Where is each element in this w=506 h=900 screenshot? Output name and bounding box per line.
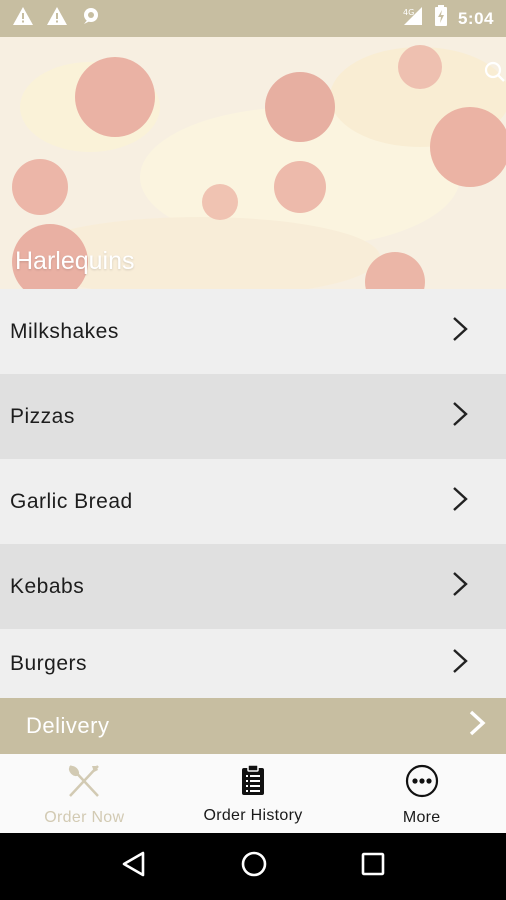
tab-label: Order History xyxy=(203,807,303,824)
tab-label: More xyxy=(402,809,441,826)
chevron-right-icon xyxy=(452,486,468,518)
warning-icon xyxy=(12,6,34,31)
category-label: Garlic Bread xyxy=(10,489,133,513)
home-icon[interactable] xyxy=(240,850,268,883)
status-bar: 4G 5:04 xyxy=(0,0,506,37)
status-time: 5:04 xyxy=(457,8,494,28)
category-item-burgers[interactable]: Burgers xyxy=(0,629,506,698)
category-item-milkshakes[interactable]: Milkshakes xyxy=(0,289,506,374)
chevron-right-icon xyxy=(468,709,486,743)
notification-icon xyxy=(80,6,102,31)
tab-order-now[interactable]: Order Now xyxy=(0,754,169,833)
chevron-right-icon xyxy=(452,401,468,433)
tab-order-history[interactable]: Order History xyxy=(169,754,338,833)
delivery-label: Delivery xyxy=(26,713,110,738)
hero-banner: Harlequins xyxy=(0,37,506,289)
battery-icon xyxy=(434,5,448,32)
category-item-pizzas[interactable]: Pizzas xyxy=(0,374,506,459)
signal-icon: 4G xyxy=(400,5,424,32)
category-label: Pizzas xyxy=(10,404,75,428)
tab-more[interactable]: More xyxy=(337,754,506,833)
chevron-right-icon xyxy=(452,316,468,348)
chevron-right-icon xyxy=(452,648,468,680)
restaurant-title: Harlequins xyxy=(15,247,135,275)
category-list: Milkshakes Pizzas Garlic Bread Kebabs Bu… xyxy=(0,289,506,698)
delivery-button[interactable]: Delivery xyxy=(0,698,506,754)
fork-knife-icon xyxy=(66,764,102,803)
clipboard-icon xyxy=(241,764,265,801)
chevron-right-icon xyxy=(452,571,468,603)
more-icon xyxy=(405,764,439,803)
warning-icon xyxy=(46,6,68,31)
back-icon[interactable] xyxy=(121,850,147,883)
category-item-kebabs[interactable]: Kebabs xyxy=(0,544,506,629)
tab-label: Order Now xyxy=(44,809,125,826)
category-item-garlic-bread[interactable]: Garlic Bread xyxy=(0,459,506,544)
bottom-tab-bar: Order Now Order History More xyxy=(0,754,506,833)
category-label: Burgers xyxy=(10,651,88,675)
svg-text:4G: 4G xyxy=(403,8,414,17)
category-label: Milkshakes xyxy=(10,319,119,343)
system-nav-bar xyxy=(0,833,506,900)
recents-icon[interactable] xyxy=(361,852,385,881)
category-label: Kebabs xyxy=(10,574,85,598)
